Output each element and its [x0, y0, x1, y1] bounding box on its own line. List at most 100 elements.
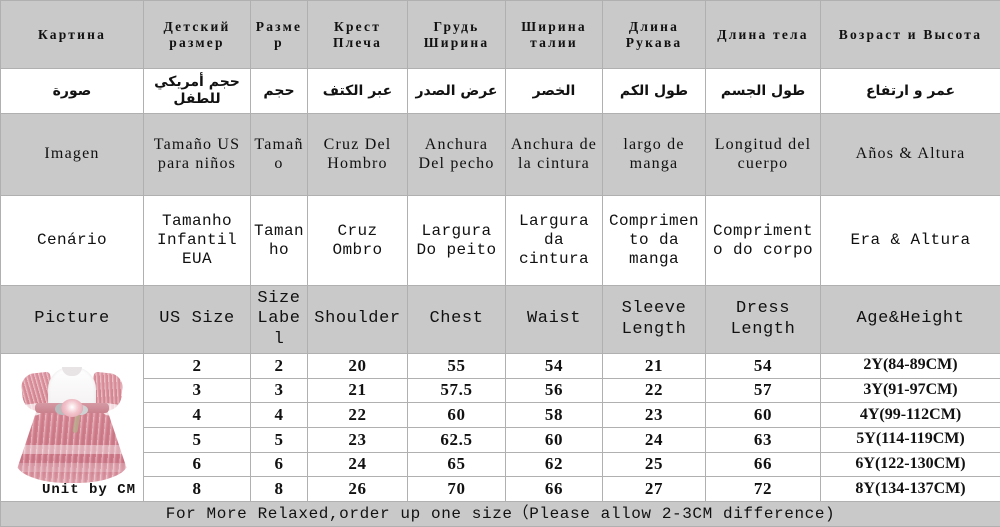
cell-age-height: 8Y(134-137CM): [821, 477, 1000, 502]
cell-waist: 56: [506, 378, 603, 403]
dress-skirt-band-upper: [11, 445, 133, 454]
header-es-shoulder: Cruz Del Hombro: [308, 114, 408, 196]
cell-size-label: 6: [251, 452, 308, 477]
cell-us-size: 3: [144, 378, 251, 403]
header-pt-sleeve: Comprimento da manga: [603, 196, 706, 286]
cell-us-size: 4: [144, 403, 251, 428]
header-en-chest: Chest: [408, 286, 506, 354]
header-ar-picture: صورة: [1, 69, 144, 114]
cell-chest: 62.5: [408, 427, 506, 452]
header-ru-waist: Ширина талии: [506, 1, 603, 69]
cell-chest: 70: [408, 477, 506, 502]
cell-size-label: 4: [251, 403, 308, 428]
header-pt-waist: Largura da cintura: [506, 196, 603, 286]
header-ru-picture: Картина: [1, 1, 144, 69]
table-row: 6 6 24 65 62 25 66 6Y(122-130CM): [1, 452, 1000, 477]
cell-shoulder: 20: [308, 354, 408, 379]
header-pt-dress-length: Comprimento do corpo: [706, 196, 821, 286]
cell-sleeve-length: 25: [603, 452, 706, 477]
cell-size-label: 2: [251, 354, 308, 379]
header-ru-chest: Грудь Ширина: [408, 1, 506, 69]
cell-dress-length: 57: [706, 378, 821, 403]
header-row-portuguese: Cenário Tamanho Infantil EUA Tamanho Cru…: [1, 196, 1000, 286]
cell-sleeve-length: 24: [603, 427, 706, 452]
cell-dress-length: 72: [706, 477, 821, 502]
header-es-picture: Imagen: [1, 114, 144, 196]
header-es-age-height: Años & Altura: [821, 114, 1000, 196]
header-en-age-height: Age&Height: [821, 286, 1000, 354]
header-pt-chest: Largura Do peito: [408, 196, 506, 286]
table-row: 3 3 21 57.5 56 22 57 3Y(91-97CM): [1, 378, 1000, 403]
cell-age-height: 6Y(122-130CM): [821, 452, 1000, 477]
header-en-shoulder: Shoulder: [308, 286, 408, 354]
unit-note: Unit by CM: [42, 482, 136, 499]
cell-size-label: 3: [251, 378, 308, 403]
header-ar-age-height: عمر و ارتفاع: [821, 69, 1000, 114]
cell-dress-length: 60: [706, 403, 821, 428]
cell-age-height: 5Y(114-119CM): [821, 427, 1000, 452]
table-row: 5 5 23 62.5 60 24 63 5Y(114-119CM): [1, 427, 1000, 452]
dress-icon: [12, 359, 132, 485]
cell-shoulder: 24: [308, 452, 408, 477]
cell-size-label: 5: [251, 427, 308, 452]
cell-us-size: 2: [144, 354, 251, 379]
header-ru-age-height: Возраст и Высота: [821, 1, 1000, 69]
dress-skirt-band-lower: [11, 463, 133, 472]
cell-size-label: 8: [251, 477, 308, 502]
header-ar-shoulder: عبر الكتف: [308, 69, 408, 114]
dress-flower-applique: [61, 399, 83, 417]
header-row-spanish: Imagen Tamaño US para niños Tamaño Cruz …: [1, 114, 1000, 196]
header-ru-dress-length: Длина тела: [706, 1, 821, 69]
size-chart-table: Картина Детский размер Размер Крест Плеч…: [0, 0, 1000, 527]
header-row-english: Picture US Size Size Label Shoulder Ches…: [1, 286, 1000, 354]
header-pt-us-size: Tamanho Infantil EUA: [144, 196, 251, 286]
cell-sleeve-length: 22: [603, 378, 706, 403]
header-en-us-size: US Size: [144, 286, 251, 354]
header-en-sleeve: Sleeve Length: [603, 286, 706, 354]
header-ru-us-size: Детский размер: [144, 1, 251, 69]
header-es-chest: Anchura Del pecho: [408, 114, 506, 196]
header-ar-chest: عرض الصدر: [408, 69, 506, 114]
cell-age-height: 4Y(99-112CM): [821, 403, 1000, 428]
header-ru-shoulder: Крест Плеча: [308, 1, 408, 69]
cell-waist: 62: [506, 452, 603, 477]
header-ru-size-label: Размер: [251, 1, 308, 69]
header-ar-sleeve: طول الكم: [603, 69, 706, 114]
header-ru-sleeve: Длина Рукава: [603, 1, 706, 69]
cell-dress-length: 66: [706, 452, 821, 477]
cell-waist: 60: [506, 427, 603, 452]
cell-shoulder: 21: [308, 378, 408, 403]
header-es-size-label: Tamaño: [251, 114, 308, 196]
cell-chest: 55: [408, 354, 506, 379]
header-pt-size-label: Tamanho: [251, 196, 308, 286]
header-pt-shoulder: Cruz Ombro: [308, 196, 408, 286]
cell-us-size: 6: [144, 452, 251, 477]
header-ar-us-size: حجم أمريكي للطفل: [144, 69, 251, 114]
product-image-cell: Unit by CM: [1, 354, 144, 502]
cell-sleeve-length: 21: [603, 354, 706, 379]
product-dress-illustration: Unit by CM: [4, 355, 140, 500]
header-pt-picture: Cenário: [1, 196, 144, 286]
header-ar-size-label: حجم: [251, 69, 308, 114]
cell-waist: 58: [506, 403, 603, 428]
cell-chest: 57.5: [408, 378, 506, 403]
header-es-dress-length: Longitud del cuerpo: [706, 114, 821, 196]
cell-us-size: 5: [144, 427, 251, 452]
cell-sleeve-length: 23: [603, 403, 706, 428]
cell-dress-length: 63: [706, 427, 821, 452]
cell-sleeve-length: 27: [603, 477, 706, 502]
header-row-russian: Картина Детский размер Размер Крест Плеч…: [1, 1, 1000, 69]
cell-waist: 66: [506, 477, 603, 502]
cell-shoulder: 22: [308, 403, 408, 428]
cell-shoulder: 23: [308, 427, 408, 452]
table-row: 4 4 22 60 58 23 60 4Y(99-112CM): [1, 403, 1000, 428]
header-ar-waist: الخصر: [506, 69, 603, 114]
cell-age-height: 3Y(91-97CM): [821, 378, 1000, 403]
header-row-arabic: صورة حجم أمريكي للطفل حجم عبر الكتف عرض …: [1, 69, 1000, 114]
header-en-waist: Waist: [506, 286, 603, 354]
cell-chest: 60: [408, 403, 506, 428]
header-es-sleeve: largo de manga: [603, 114, 706, 196]
cell-age-height: 2Y(84-89CM): [821, 354, 1000, 379]
header-pt-age-height: Era & Altura: [821, 196, 1000, 286]
header-es-waist: Anchura de la cintura: [506, 114, 603, 196]
